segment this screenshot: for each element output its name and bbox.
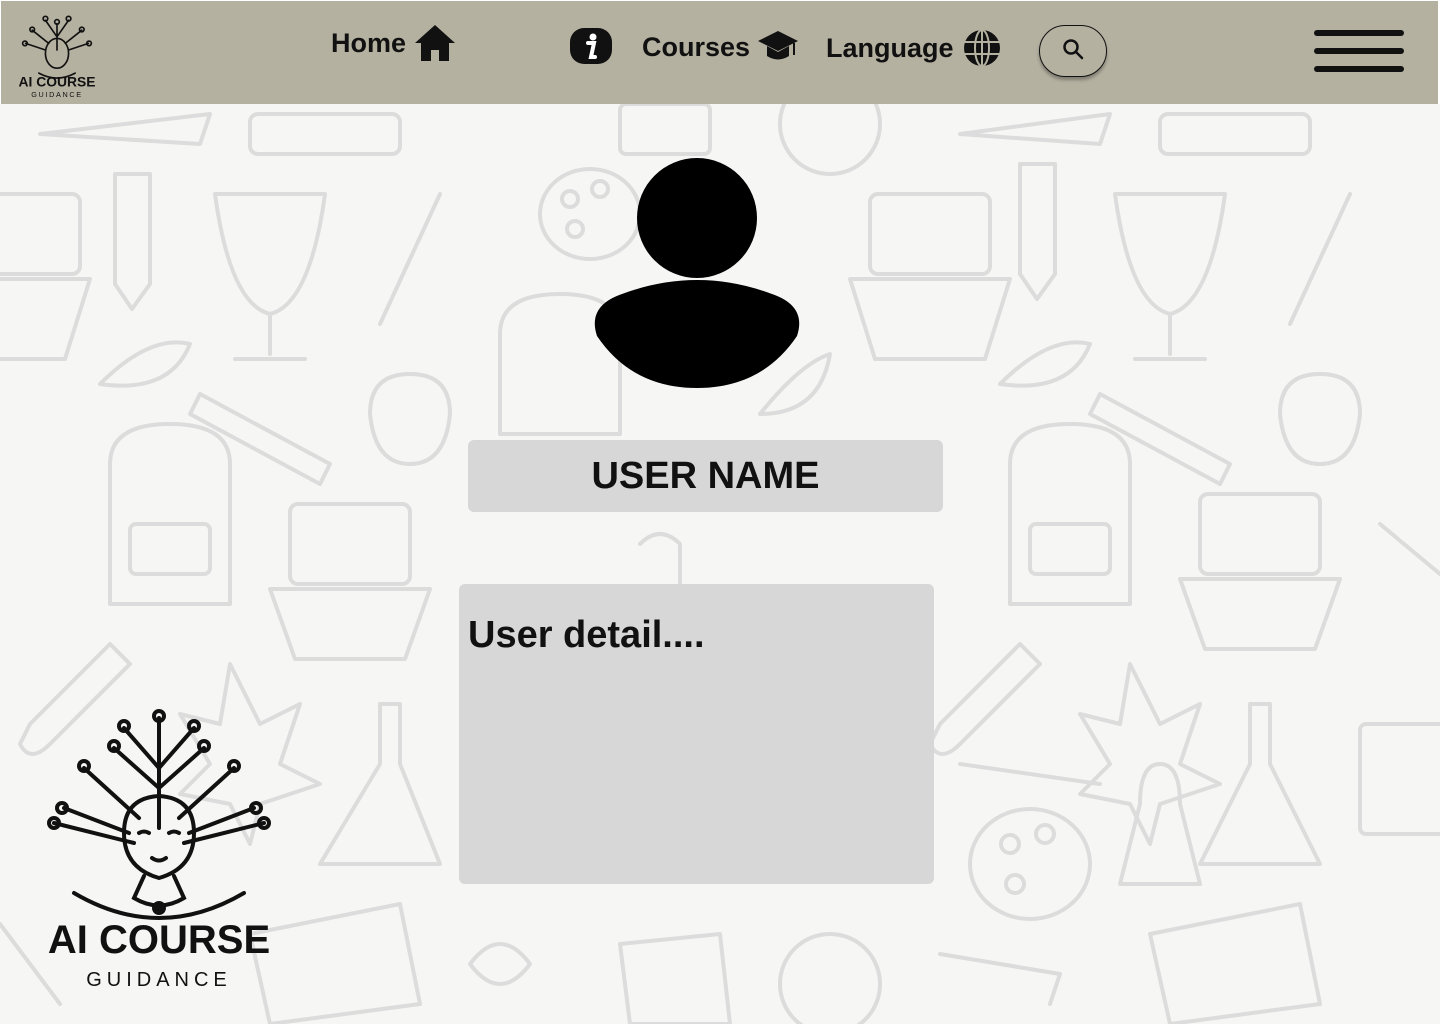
home-icon: [414, 23, 456, 63]
nav-home[interactable]: Home: [331, 23, 456, 63]
info-icon: [569, 27, 613, 67]
graduation-cap-icon: [758, 29, 799, 65]
svg-text:GUIDANCE: GUIDANCE: [31, 90, 83, 99]
nav-about[interactable]: [569, 27, 613, 67]
menu-line: [1314, 66, 1404, 72]
globe-icon: [962, 29, 1002, 67]
logo-subtitle: GUIDANCE: [86, 969, 232, 991]
nav-courses-label: Courses: [642, 31, 751, 62]
user-avatar-icon: [592, 156, 802, 388]
user-detail-panel[interactable]: User detail....: [459, 584, 934, 884]
user-detail-text: User detail....: [468, 614, 705, 656]
logo-title: AI COURSE: [48, 918, 270, 962]
username-field[interactable]: USER NAME: [468, 440, 943, 512]
logo-large: AI COURSE GUIDANCE: [44, 708, 274, 994]
logo[interactable]: AI COURSE GUIDANCE: [18, 3, 96, 99]
menu-line: [1314, 48, 1404, 54]
username-label: USER NAME: [591, 454, 820, 497]
nav-language[interactable]: Language: [826, 29, 1002, 67]
menu-line: [1314, 30, 1404, 36]
svg-text:AI COURSE: AI COURSE: [19, 73, 95, 89]
nav-courses[interactable]: Courses: [642, 29, 799, 65]
search-icon: [1062, 38, 1084, 65]
nav-home-label: Home: [331, 27, 407, 58]
search-button[interactable]: [1039, 25, 1107, 77]
nav-language-label: Language: [826, 32, 954, 63]
hamburger-menu-icon[interactable]: [1314, 30, 1404, 72]
top-navbar: AI COURSE GUIDANCE Home Courses Language: [1, 1, 1438, 104]
